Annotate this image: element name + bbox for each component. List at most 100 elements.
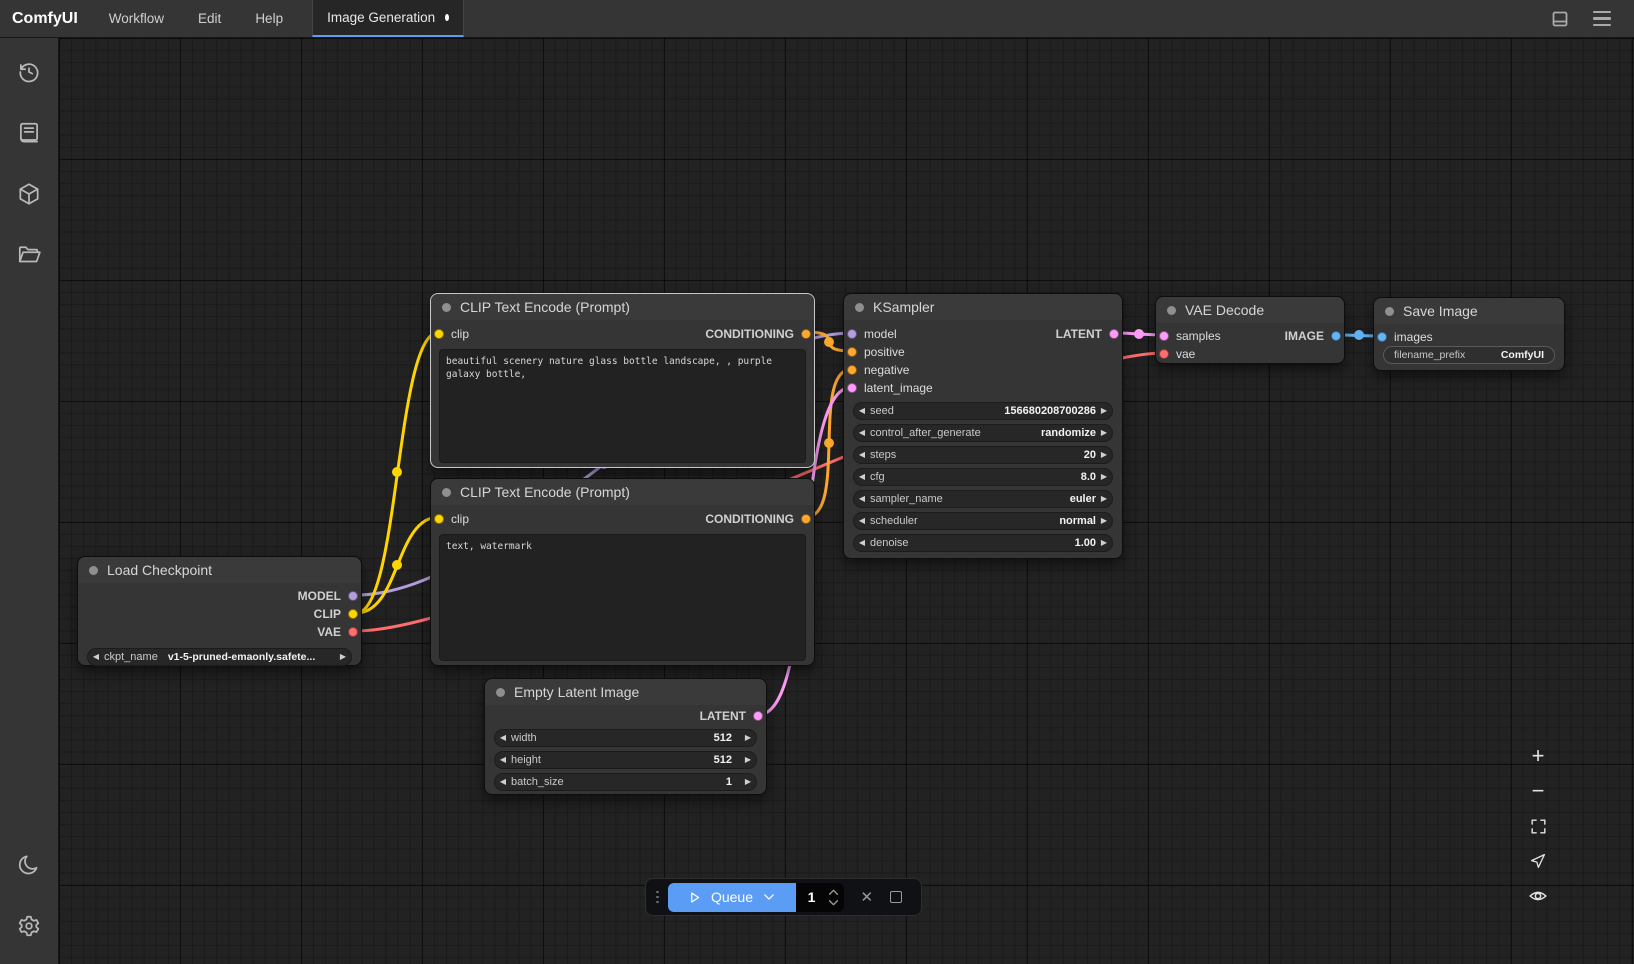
widget-width[interactable]: ◀ width 512 ▶ bbox=[494, 729, 757, 747]
zoom-out-icon[interactable]: − bbox=[1525, 779, 1551, 803]
menu-edit[interactable]: Edit bbox=[181, 0, 238, 37]
node-vae-decode[interactable]: VAE Decode samples IMAGE vae bbox=[1155, 296, 1345, 364]
collapse-dot-icon[interactable] bbox=[442, 303, 451, 312]
port-vae-in[interactable] bbox=[1159, 349, 1169, 359]
drag-handle-icon[interactable] bbox=[656, 891, 659, 904]
step-right-icon[interactable]: ▶ bbox=[335, 648, 351, 666]
port-positive-in[interactable] bbox=[847, 347, 857, 357]
zoom-in-icon[interactable]: + bbox=[1525, 744, 1551, 768]
step-right-icon[interactable]: ▶ bbox=[1096, 534, 1112, 552]
step-right-icon[interactable]: ▶ bbox=[740, 773, 756, 791]
batch-count-box[interactable]: 1 bbox=[796, 883, 844, 912]
step-left-icon[interactable]: ◀ bbox=[495, 729, 511, 747]
node-header[interactable]: Empty Latent Image bbox=[485, 679, 766, 705]
stop-icon[interactable] bbox=[890, 891, 902, 903]
spinner-down-icon[interactable] bbox=[828, 899, 839, 906]
step-left-icon[interactable]: ◀ bbox=[854, 402, 870, 420]
port-conditioning-out[interactable] bbox=[801, 514, 811, 524]
port-clip-out[interactable] bbox=[348, 609, 358, 619]
node-load-checkpoint[interactable]: Load Checkpoint MODEL CLIP VAE ◀ ckpt_na… bbox=[77, 556, 362, 666]
node-library-icon[interactable] bbox=[9, 113, 49, 153]
step-left-icon[interactable]: ◀ bbox=[854, 424, 870, 442]
port-vae-out[interactable] bbox=[348, 627, 358, 637]
step-right-icon[interactable]: ▶ bbox=[740, 751, 756, 769]
step-left-icon[interactable]: ◀ bbox=[495, 773, 511, 791]
settings-gear-icon[interactable] bbox=[9, 906, 49, 946]
menu-help[interactable]: Help bbox=[238, 0, 300, 37]
port-clip-in[interactable] bbox=[434, 514, 444, 524]
node-clip-text-encode-positive[interactable]: CLIP Text Encode (Prompt) clip CONDITION… bbox=[430, 293, 815, 468]
widget-filename-prefix[interactable]: filename_prefix ComfyUI bbox=[1383, 346, 1555, 364]
theme-toggle-icon[interactable] bbox=[9, 845, 49, 885]
node-ksampler[interactable]: KSampler model LATENT positive negative … bbox=[843, 293, 1123, 559]
hamburger-menu-icon[interactable] bbox=[1592, 9, 1612, 29]
collapse-dot-icon[interactable] bbox=[855, 303, 864, 312]
port-latent-image-in[interactable] bbox=[847, 383, 857, 393]
step-right-icon[interactable]: ▶ bbox=[1096, 424, 1112, 442]
prompt-textarea[interactable]: text, watermark bbox=[439, 534, 806, 661]
batch-count-value[interactable]: 1 bbox=[796, 889, 828, 905]
prompt-textarea[interactable]: beautiful scenery nature glass bottle la… bbox=[439, 349, 806, 463]
step-left-icon[interactable]: ◀ bbox=[88, 648, 104, 666]
step-right-icon[interactable]: ▶ bbox=[1096, 468, 1112, 486]
widget-cfg[interactable]: ◀ cfg 8.0 ▶ bbox=[853, 468, 1113, 486]
port-samples-in[interactable] bbox=[1159, 331, 1169, 341]
node-header[interactable]: VAE Decode bbox=[1156, 297, 1344, 323]
clear-queue-icon[interactable]: ✕ bbox=[861, 888, 874, 906]
bottom-panel-icon[interactable] bbox=[1550, 9, 1570, 29]
widget-steps[interactable]: ◀ steps 20 ▶ bbox=[853, 446, 1113, 464]
port-model-out[interactable] bbox=[348, 591, 358, 601]
node-header[interactable]: Load Checkpoint bbox=[78, 557, 361, 583]
step-left-icon[interactable]: ◀ bbox=[854, 468, 870, 486]
widget-scheduler[interactable]: ◀ scheduler normal ▶ bbox=[853, 512, 1113, 530]
step-right-icon[interactable]: ▶ bbox=[740, 729, 756, 747]
tab-image-generation[interactable]: Image Generation bbox=[312, 0, 464, 37]
widget-ckpt-name[interactable]: ◀ ckpt_name v1-5-pruned-emaonly.safete..… bbox=[87, 648, 352, 666]
node-header[interactable]: CLIP Text Encode (Prompt) bbox=[431, 479, 814, 505]
step-right-icon[interactable]: ▶ bbox=[1096, 512, 1112, 530]
node-header[interactable]: CLIP Text Encode (Prompt) bbox=[431, 294, 814, 320]
port-clip-in[interactable] bbox=[434, 329, 444, 339]
node-header[interactable]: KSampler bbox=[844, 294, 1122, 320]
spinner-up-icon[interactable] bbox=[828, 889, 839, 896]
widget-denoise[interactable]: ◀ denoise 1.00 ▶ bbox=[853, 534, 1113, 552]
port-conditioning-out[interactable] bbox=[801, 329, 811, 339]
collapse-dot-icon[interactable] bbox=[496, 688, 505, 697]
fit-view-icon[interactable] bbox=[1525, 814, 1551, 838]
port-image-out[interactable] bbox=[1331, 331, 1341, 341]
port-negative-in[interactable] bbox=[847, 365, 857, 375]
step-left-icon[interactable]: ◀ bbox=[495, 751, 511, 769]
select-mode-icon[interactable] bbox=[1525, 849, 1551, 873]
node-clip-text-encode-negative[interactable]: CLIP Text Encode (Prompt) clip CONDITION… bbox=[430, 478, 815, 666]
widget-sampler-name[interactable]: ◀ sampler_name euler ▶ bbox=[853, 490, 1113, 508]
node-header[interactable]: Save Image bbox=[1374, 298, 1564, 324]
node-empty-latent-image[interactable]: Empty Latent Image LATENT ◀ width 512 ▶ … bbox=[484, 678, 767, 795]
toggle-visibility-eye-icon[interactable] bbox=[1525, 884, 1551, 908]
step-right-icon[interactable]: ▶ bbox=[1096, 490, 1112, 508]
port-model-in[interactable] bbox=[847, 329, 857, 339]
step-left-icon[interactable]: ◀ bbox=[854, 512, 870, 530]
collapse-dot-icon[interactable] bbox=[442, 488, 451, 497]
queue-button[interactable]: Queue bbox=[668, 883, 796, 912]
step-right-icon[interactable]: ▶ bbox=[1096, 446, 1112, 464]
queue-history-icon[interactable] bbox=[9, 52, 49, 92]
widget-height[interactable]: ◀ height 512 ▶ bbox=[494, 751, 757, 769]
collapse-dot-icon[interactable] bbox=[1385, 307, 1394, 316]
model-library-icon[interactable] bbox=[9, 174, 49, 214]
port-images-in[interactable] bbox=[1377, 332, 1387, 342]
step-left-icon[interactable]: ◀ bbox=[854, 534, 870, 552]
collapse-dot-icon[interactable] bbox=[89, 566, 98, 575]
node-save-image[interactable]: Save Image images filename_prefix ComfyU… bbox=[1373, 297, 1565, 371]
step-left-icon[interactable]: ◀ bbox=[854, 490, 870, 508]
app-logo[interactable]: ComfyUI bbox=[0, 0, 92, 37]
widget-batch-size[interactable]: ◀ batch_size 1 ▶ bbox=[494, 773, 757, 791]
port-latent-out[interactable] bbox=[1109, 329, 1119, 339]
widget-seed[interactable]: ◀ seed 156680208700286 ▶ bbox=[853, 402, 1113, 420]
chevron-down-icon[interactable] bbox=[762, 890, 776, 904]
port-latent-out[interactable] bbox=[753, 711, 763, 721]
step-left-icon[interactable]: ◀ bbox=[854, 446, 870, 464]
collapse-dot-icon[interactable] bbox=[1167, 306, 1176, 315]
widget-control-after-generate[interactable]: ◀ control_after_generate randomize ▶ bbox=[853, 424, 1113, 442]
menu-workflow[interactable]: Workflow bbox=[92, 0, 181, 37]
workflows-folder-icon[interactable] bbox=[9, 235, 49, 275]
